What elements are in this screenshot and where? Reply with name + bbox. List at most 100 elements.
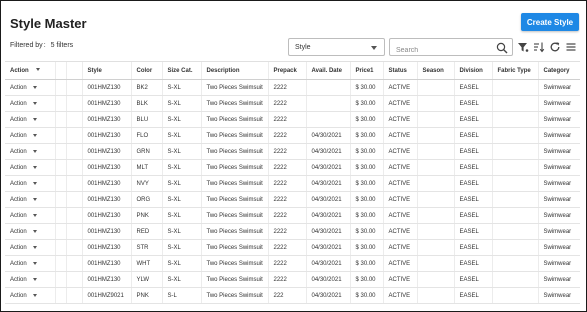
column-header[interactable]: Status xyxy=(382,61,417,80)
row-action-menu[interactable]: Action xyxy=(5,207,55,224)
chevron-down-icon[interactable] xyxy=(32,86,37,89)
cell-price1: $ 30.00 xyxy=(349,127,383,144)
cell-style: 001HMZ130 xyxy=(81,111,131,128)
create-style-button[interactable]: Create Style xyxy=(521,13,579,31)
chevron-down-icon[interactable] xyxy=(32,214,37,217)
row-action-menu[interactable]: Action xyxy=(5,287,55,304)
search-icon[interactable] xyxy=(496,41,508,54)
cell-category: Swimwear xyxy=(537,79,580,96)
row-action-menu[interactable]: Action xyxy=(5,271,55,288)
table-row[interactable]: Action 001HMZ130 BK2 S-XL Two Pieces Swimsui… xyxy=(5,79,580,96)
row-action-menu[interactable]: Action xyxy=(5,239,55,256)
cell-prepack: 2222 xyxy=(267,95,306,112)
table-row[interactable]: Action 001HMZ130 PNK S-XL Two Pieces Swimsui… xyxy=(5,207,580,224)
chevron-down-icon[interactable] xyxy=(35,68,40,72)
cell-style: 001HMZ130 xyxy=(81,159,131,176)
cell-fabric-type xyxy=(491,271,538,288)
table-row[interactable]: Action 001HMZ130 WHT S-XL Two Pieces Swimsui… xyxy=(5,255,580,272)
table-row[interactable]: Action 001HMZ130 YLW S-XL Two Pieces Swimsui… xyxy=(5,271,580,288)
sort-icon[interactable] xyxy=(533,41,545,53)
cell-division: EASEL xyxy=(453,111,492,128)
column-header[interactable]: Prepack xyxy=(267,61,306,80)
table-row[interactable]: Action 001HMZ130 MLT S-XL Two Pieces Swimsui… xyxy=(5,159,580,176)
row-action-menu[interactable]: Action xyxy=(5,111,55,128)
row-action-menu[interactable]: Action xyxy=(5,79,55,96)
row-action-label: Action xyxy=(10,180,27,187)
table-row[interactable]: Action 001HMZ130 FLO S-XL Two Pieces Swimsui… xyxy=(5,127,580,144)
column-header[interactable]: Description xyxy=(200,61,268,80)
row-action-label: Action xyxy=(10,260,27,267)
cell-price1: $ 30.00 xyxy=(349,95,383,112)
row-spacer-cell xyxy=(65,207,82,224)
column-header[interactable]: Color xyxy=(130,61,162,80)
row-spacer-cell xyxy=(54,255,66,272)
table-row[interactable]: Action 001HMZ130 RED S-XL Two Pieces Swimsui… xyxy=(5,223,580,240)
row-action-label: Action xyxy=(10,228,27,235)
cell-style: 001HMZ130 xyxy=(81,223,131,240)
chevron-down-icon[interactable] xyxy=(32,166,37,169)
cell-description: Two Pieces Swimsuit xyxy=(200,143,268,160)
table-row[interactable]: Action 001HMZ130 ORG S-XL Two Pieces Swimsui… xyxy=(5,191,580,208)
chevron-down-icon[interactable] xyxy=(32,262,37,265)
style-select-value: Style xyxy=(295,43,311,51)
cell-division: EASEL xyxy=(453,95,492,112)
chevron-down-icon[interactable] xyxy=(32,182,37,185)
cell-prepack: 2222 xyxy=(267,271,306,288)
app-window: Style Master Create Style Filtered by: 5… xyxy=(0,0,587,312)
chevron-down-icon[interactable] xyxy=(32,278,37,281)
chevron-down-icon[interactable] xyxy=(32,246,37,249)
cell-description: Two Pieces Swimsuit xyxy=(200,159,268,176)
row-action-menu[interactable]: Action xyxy=(5,175,55,192)
cell-avail-date: 04/30/2021 xyxy=(305,223,350,240)
table-row[interactable]: Action 001HMZ130 GRN S-XL Two Pieces Swimsui… xyxy=(5,143,580,160)
column-header[interactable]: Division xyxy=(453,61,492,80)
column-header[interactable]: Style xyxy=(81,61,131,80)
row-spacer-cell xyxy=(65,111,82,128)
table-row[interactable]: Action 001HMZ130 NVY S-XL Two Pieces Swimsui… xyxy=(5,175,580,192)
column-header[interactable]: Action xyxy=(5,61,55,80)
cell-prepack: 2222 xyxy=(267,111,306,128)
table-row[interactable]: Action 001HMZ130 BLK S-XL Two Pieces Swimsui… xyxy=(5,95,580,112)
row-action-menu[interactable]: Action xyxy=(5,191,55,208)
cell-color: FLO xyxy=(130,127,162,144)
table-row[interactable]: Action 001HMZ130 BLU S-XL Two Pieces Swimsui… xyxy=(5,111,580,128)
row-action-menu[interactable]: Action xyxy=(5,127,55,144)
cell-description: Two Pieces Swimsuit xyxy=(200,127,268,144)
search-input[interactable] xyxy=(390,42,486,59)
menu-icon[interactable] xyxy=(565,41,577,53)
search-box[interactable] xyxy=(389,38,513,59)
chevron-down-icon[interactable] xyxy=(32,150,37,153)
chevron-down-icon[interactable] xyxy=(32,294,37,297)
row-action-menu[interactable]: Action xyxy=(5,223,55,240)
cell-description: Two Pieces Swimsuit xyxy=(200,191,268,208)
table-row[interactable]: Action 001HMZ130 STR S-XL Two Pieces Swimsui… xyxy=(5,239,580,256)
cell-prepack: 2222 xyxy=(267,127,306,144)
cell-avail-date xyxy=(305,95,350,112)
cell-season xyxy=(416,239,454,256)
column-header[interactable]: Avail. Date xyxy=(305,61,350,80)
column-header[interactable]: Fabric Type xyxy=(491,61,538,80)
row-action-menu[interactable]: Action xyxy=(5,95,55,112)
chevron-down-icon[interactable] xyxy=(32,134,37,137)
cell-price1: $ 30.00 xyxy=(349,143,383,160)
style-table: Action Style Color Size Cat. Description… xyxy=(5,61,580,304)
row-action-menu[interactable]: Action xyxy=(5,159,55,176)
refresh-icon[interactable] xyxy=(549,41,561,53)
row-action-menu[interactable]: Action xyxy=(5,143,55,160)
cell-prepack: 2222 xyxy=(267,207,306,224)
chevron-down-icon[interactable] xyxy=(32,198,37,201)
row-action-menu[interactable]: Action xyxy=(5,255,55,272)
filter-icon[interactable] xyxy=(517,41,529,53)
column-header[interactable]: Price1 xyxy=(349,61,383,80)
style-select[interactable]: Style xyxy=(288,38,385,56)
column-header[interactable]: Season xyxy=(416,61,454,80)
chevron-down-icon[interactable] xyxy=(32,102,37,105)
chevron-down-icon[interactable] xyxy=(32,230,37,233)
cell-avail-date: 04/30/2021 xyxy=(305,143,350,160)
column-header[interactable]: Category xyxy=(537,61,580,80)
column-header[interactable]: Size Cat. xyxy=(161,61,201,80)
table-row[interactable]: Action 001HMZ9021 PNK S-L Two Pieces Swimsui… xyxy=(5,287,580,304)
chevron-down-icon[interactable] xyxy=(32,118,37,121)
cell-prepack: 2222 xyxy=(267,239,306,256)
row-spacer-cell xyxy=(65,127,82,144)
